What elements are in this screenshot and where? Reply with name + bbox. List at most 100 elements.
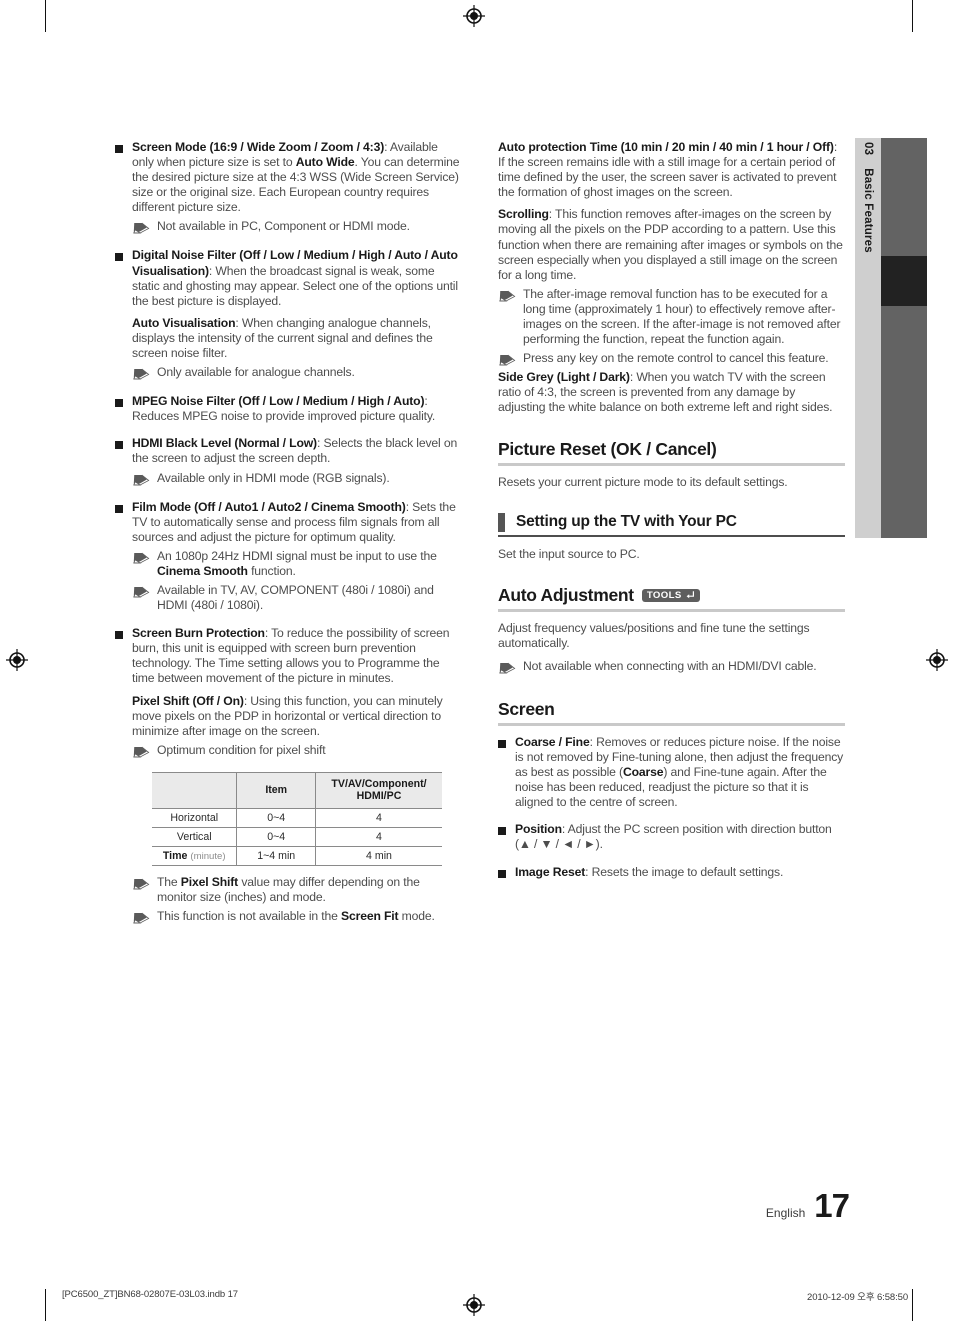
pixel-shift-title: Pixel Shift (Off / On) [132, 693, 244, 708]
note-screen-mode-1: Not available in PC, Component or HDMI m… [132, 219, 462, 235]
note-film-mode-2: Available in TV, AV, COMPONENT (480i / 1… [132, 583, 462, 613]
heading-rule [498, 462, 845, 466]
table-row: Vertical 0~4 4 [152, 826, 442, 847]
note-text: Available in TV, AV, COMPONENT (480i / 1… [157, 582, 434, 613]
note-pixel-shift-value: The Pixel Shift value may differ dependi… [132, 875, 462, 905]
note-ps-bold: Pixel Shift [180, 874, 239, 889]
position-body: : Adjust the PC screen position with dir… [515, 822, 832, 852]
table-head: Item TV/AV/Component/HDMI/PC [152, 771, 442, 809]
note-sf-a: This function is not available in the [157, 909, 341, 923]
scrolling-title: Scrolling [498, 207, 549, 222]
footer-timestamp: 2010-12-09 오후 6:58:50 [807, 1292, 908, 1303]
note-text: Only available for analogue channels. [157, 365, 355, 380]
tools-badge-label: TOOLS [646, 589, 682, 601]
note-scrolling-2: Press any key on the remote control to c… [498, 351, 845, 367]
position-title: Position [515, 822, 562, 837]
note-text: The after-image removal function has to … [523, 286, 841, 347]
setting-up-pc-body: Set the input source to PC. [498, 546, 640, 561]
table-row: Horizontal 0~4 4 [152, 807, 442, 828]
film-mode-title: Film Mode (Off / Auto1 / Auto2 / Cinema … [132, 499, 406, 514]
heading-auto-adjustment-text: Auto Adjustment [498, 584, 634, 605]
square-bullet-icon [115, 631, 123, 640]
position-paragraph: Position: Adjust the PC screen position … [515, 822, 845, 852]
pencil-note-icon [499, 290, 516, 302]
pencil-note-icon [133, 746, 150, 758]
chapter-side-tab: 03 Basic Features [855, 138, 927, 538]
list-item-body: Screen Burn Protection: To reduce the po… [132, 626, 462, 762]
pencil-note-icon [133, 552, 150, 564]
pencil-note-icon [133, 912, 150, 924]
square-bullet-icon [498, 739, 506, 748]
heading-screen: Screen [498, 698, 555, 719]
heading-auto-adjustment: Auto Adjustment TOOLS [498, 585, 845, 609]
table-header-row: Item TV/AV/Component/HDMI/PC [152, 771, 442, 809]
note-text: Optimum condition for pixel shift [157, 742, 326, 757]
enter-arrow-icon [686, 591, 694, 599]
pencil-note-icon [133, 586, 150, 598]
note-hdmi-black-1: Available only in HDMI mode (RGB signals… [132, 471, 462, 487]
pencil-note-icon [133, 223, 150, 234]
coarse-fine-body-bold: Coarse [622, 765, 664, 780]
tools-badge: TOOLS [641, 589, 700, 603]
screen-burn-title: Screen Burn Protection [132, 626, 265, 641]
page-number: 17 [814, 1187, 850, 1224]
row-mode-horizontal: 4 [314, 807, 442, 828]
scrolling-paragraph: Scrolling: This function removes after-i… [498, 207, 845, 282]
note-film-c: function. [247, 563, 296, 578]
chapter-tab-current-marker [881, 256, 927, 306]
scrolling-body: : This function removes after-images on … [498, 207, 843, 282]
square-bullet-icon [498, 869, 506, 878]
heading-rule [498, 722, 845, 726]
image-reset-paragraph: Image Reset: Resets the image to default… [515, 865, 845, 880]
row-mode-vertical: 4 [314, 826, 442, 847]
auto-visualisation-title: Auto Visualisation [132, 315, 236, 330]
heading-rule [498, 608, 845, 612]
note-pixel-shift-optimum: Optimum condition for pixel shift [132, 743, 462, 759]
mpeg-title: MPEG Noise Filter (Off / Low / Medium / … [132, 394, 425, 409]
pencil-note-icon [133, 474, 150, 485]
auto-protection-time-title: Auto protection Time (10 min / 20 min / … [498, 140, 834, 154]
note-screen-fit: This function is not available in the Sc… [132, 909, 462, 925]
hdmi-black-paragraph: HDMI Black Level (Normal / Low): Selects… [132, 436, 462, 466]
square-bullet-icon [115, 504, 123, 513]
list-item-body: Film Mode (Off / Auto1 / Auto2 / Cinema … [132, 500, 462, 617]
table-header-blank [152, 771, 237, 809]
screen-mode-paragraph: Screen Mode (16:9 / Wide Zoom / Zoom / 4… [132, 140, 462, 215]
coarse-fine-title: Coarse / Fine [515, 734, 590, 749]
row-label-time-text: Time [162, 849, 188, 862]
screen-burn-paragraph: Screen Burn Protection: To reduce the po… [132, 626, 462, 686]
note-film-mode-1: An 1080p 24Hz HDMI signal must be input … [132, 549, 462, 579]
table-body: Horizontal 0~4 4 Vertical 0~4 4 Time (mi… [152, 807, 442, 866]
list-item-hdmi-black-level: HDMI Black Level (Normal / Low): Selects… [115, 436, 462, 489]
note-text: This function is not available in the Sc… [157, 909, 462, 924]
list-item-position: Position: Adjust the PC screen position … [498, 822, 845, 854]
hdmi-black-title: HDMI Black Level (Normal / Low) [132, 436, 317, 451]
heading-rule [498, 534, 845, 537]
table-header-mode-line2: HDMI/PC [356, 790, 402, 803]
table-row: Time (minute) 1~4 min 4 min [152, 845, 442, 866]
film-mode-paragraph: Film Mode (Off / Auto1 / Auto2 / Cinema … [132, 500, 462, 545]
pencil-note-icon [499, 354, 516, 366]
table-header-mode-line1: TV/AV/Component/ [331, 777, 427, 790]
row-item-vertical: 0~4 [236, 826, 316, 847]
row-mode-time: 4 min [314, 845, 442, 866]
coarse-fine-paragraph: Coarse / Fine: Removes or reduces pictur… [515, 735, 845, 810]
list-item-body: MPEG Noise Filter (Off / Low / Medium / … [132, 394, 462, 426]
chapter-tab-text: 03 Basic Features [855, 138, 881, 538]
list-item-mpeg-noise-filter: MPEG Noise Filter (Off / Low / Medium / … [115, 394, 462, 426]
picture-reset-body: Resets your current picture mode to its … [498, 474, 788, 489]
manual-page: 03 Basic Features Screen Mode (16:9 / Wi… [0, 0, 954, 1321]
chapter-title: Basic Features [862, 168, 874, 253]
mpeg-paragraph: MPEG Noise Filter (Off / Low / Medium / … [132, 394, 462, 424]
list-item-body: Digital Noise Filter (Off / Low / Medium… [132, 248, 462, 384]
heading-picture-reset: Picture Reset (OK / Cancel) [498, 438, 717, 459]
pencil-note-icon [499, 662, 516, 674]
heading-setting-up-pc-text: Setting up the TV with Your PC [516, 513, 737, 531]
note-auto-adjustment-1: Not available when connecting with an HD… [498, 659, 845, 675]
square-bullet-icon [115, 253, 123, 262]
left-column: Screen Mode (16:9 / Wide Zoom / Zoom / 4… [115, 140, 462, 928]
note-text: Not available in PC, Component or HDMI m… [157, 219, 410, 234]
